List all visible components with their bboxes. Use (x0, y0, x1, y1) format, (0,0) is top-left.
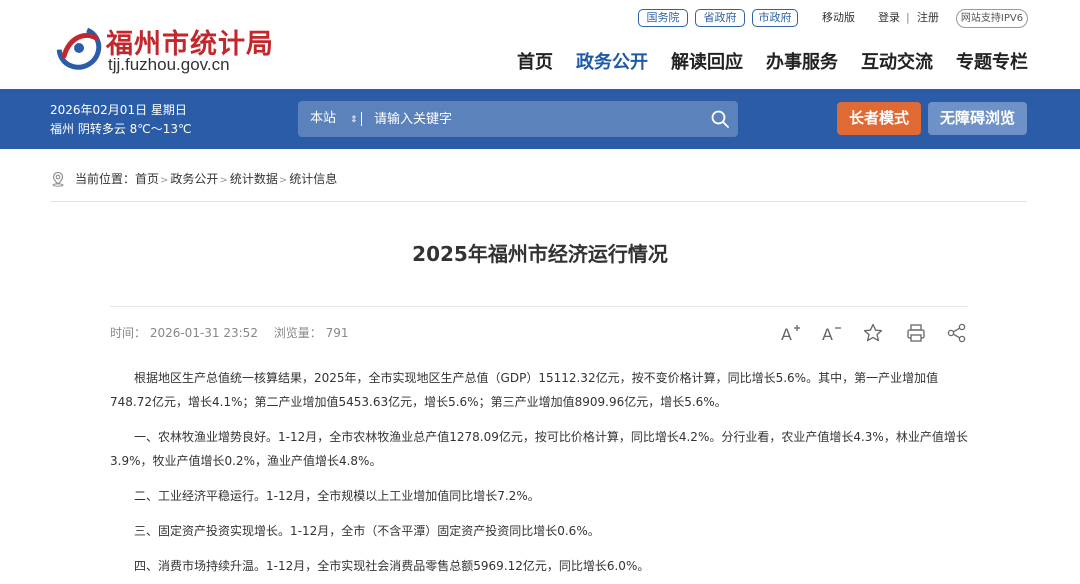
breadcrumb-separator: > (160, 175, 169, 186)
search-input[interactable] (368, 105, 688, 133)
breadcrumb-gov-affairs[interactable]: 政务公开 (170, 172, 218, 186)
svg-text:A: A (822, 325, 833, 344)
location-icon (52, 171, 64, 187)
scope-updown-icon: ⇕ (350, 115, 358, 125)
breadcrumb-text: 当前位置：首页> 政务公开> 统计数据> 统计信息 (75, 169, 337, 191)
publish-time: 时间： 2026-01-31 23:52 (110, 326, 258, 340)
article-title: 2025年福州市经济运行情况 (412, 242, 668, 266)
ipv6-badge: 网站支持IPV6 (956, 9, 1028, 28)
breadcrumb-label: 当前位置： (75, 172, 136, 186)
article-paragraph: 一、农林牧渔业增势良好。1-12月，全市农林牧渔业总产值1278.09亿元，按可… (110, 430, 968, 468)
article-paragraph: 四、消费市场持续升温。1-12月，全市实现社会消费品零售总额5969.12亿元，… (134, 559, 650, 573)
article-paragraph: 根据地区生产总值统一核算结果，2025年，全市实现地区生产总值（GDP）1511… (110, 371, 939, 409)
article-paragraph: 三、固定资产投资实现增长。1-12月，全市（不含平潭）固定资产投资同比增长0.6… (134, 524, 600, 538)
current-date: 2026年02月01日 星期日 (50, 103, 187, 117)
nav-interaction[interactable]: 互动交流 (861, 51, 933, 75)
print-icon[interactable] (905, 322, 927, 344)
info-band: 2026年02月01日 星期日 福州 阴转多云 8℃～13℃ 本站⇕ 长者模式 … (0, 89, 1080, 149)
breadcrumb-home[interactable]: 首页 (135, 172, 159, 186)
nav-home[interactable]: 首页 (517, 51, 553, 75)
share-icon[interactable] (946, 322, 968, 344)
search-bar: 本站 ⇕ (298, 101, 738, 137)
accessible-browse-button[interactable]: 无障碍浏览 (928, 102, 1027, 135)
link-state-council[interactable]: 国务院 (638, 9, 688, 27)
star-icon[interactable] (862, 322, 884, 344)
article-body: 根据地区生产总值统一核算结果，2025年，全市实现地区生产总值（GDP）1511… (110, 366, 968, 584)
login-register-separator: | (906, 11, 910, 24)
main-nav: 首页 政务公开 解读回应 办事服务 互动交流 专题专栏 (0, 51, 1080, 75)
article-meta: 时间： 2026-01-31 23:52 浏览量： 791 (110, 324, 361, 342)
nav-gov-affairs[interactable]: 政务公开 (576, 51, 648, 75)
breadcrumb-divider (50, 201, 1027, 202)
search-scope-label: 本站 (310, 111, 337, 126)
link-city-gov[interactable]: 市政府 (752, 9, 798, 27)
register-link[interactable]: 注册 (917, 10, 939, 26)
site-header: 福州市统计局 tjj.fuzhou.gov.cn 国务院 省政府 市政府 移动版… (0, 0, 1080, 89)
login-link[interactable]: 登录 (878, 10, 900, 26)
article-paragraph: 二、工业经济平稳运行。1-12月，全市规模以上工业增加值同比增长7.2%。 (134, 489, 540, 503)
font-decrease-icon[interactable]: A (820, 322, 842, 344)
mobile-version-link[interactable]: 移动版 (822, 10, 855, 26)
breadcrumb-stat-info[interactable]: 统计信息 (289, 172, 337, 186)
top-links: 国务院 省政府 市政府 移动版 登录 | 注册 网站支持IPV6 (0, 9, 1080, 29)
breadcrumb-stat-data[interactable]: 统计数据 (230, 172, 278, 186)
search-divider (361, 112, 362, 126)
font-increase-icon[interactable]: A (779, 322, 801, 344)
nav-interpretation[interactable]: 解读回应 (671, 51, 743, 75)
svg-text:A: A (781, 325, 792, 344)
elder-mode-button[interactable]: 长者模式 (837, 102, 921, 135)
view-count: 浏览量： 791 (273, 326, 349, 340)
breadcrumb-separator: > (278, 175, 288, 186)
weather-info: 福州 阴转多云 8℃～13℃ (50, 122, 192, 136)
search-scope-select[interactable]: 本站 ⇕ (310, 101, 358, 137)
title-divider (110, 306, 968, 307)
nav-topics[interactable]: 专题专栏 (956, 51, 1028, 75)
search-icon[interactable] (710, 109, 730, 129)
nav-services[interactable]: 办事服务 (766, 51, 838, 75)
link-province-gov[interactable]: 省政府 (695, 9, 745, 27)
breadcrumb-separator: > (219, 175, 228, 186)
